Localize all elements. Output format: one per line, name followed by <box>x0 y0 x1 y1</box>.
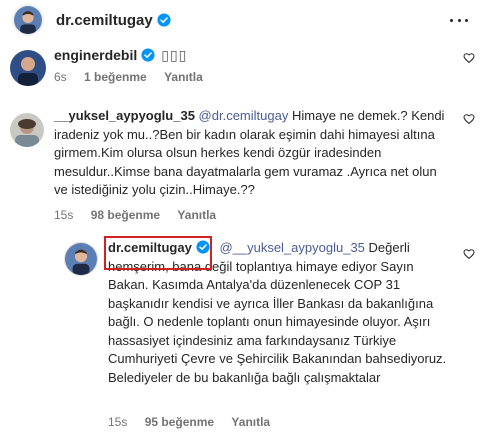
comment-time: 15s <box>54 208 74 222</box>
comment-time: 6s <box>54 70 67 84</box>
mention-link[interactable]: @__yuksel_aypyoglu_35 <box>219 240 364 255</box>
comment-time: 15s <box>108 415 128 429</box>
avatar[interactable] <box>10 113 44 147</box>
like-count[interactable]: 95 beğenme <box>145 415 214 429</box>
comment-meta: 15s 95 beğenme Yanıtla <box>108 415 284 429</box>
comment-text: __yuksel_aypyoglu_35 @dr.cemiltugay Hima… <box>54 107 454 200</box>
reply-button[interactable]: Yanıtla <box>164 70 203 84</box>
comment-username[interactable]: __yuksel_aypyoglu_35 <box>54 108 195 123</box>
comment-suffix: ▯▯▯ <box>161 47 188 63</box>
post-header: dr.cemiltugay <box>0 0 482 40</box>
like-count[interactable]: 1 beğenme <box>84 70 147 84</box>
heart-icon[interactable] <box>463 52 475 64</box>
comment-meta: 15s 98 beğenme Yanıtla <box>54 208 230 222</box>
more-options-icon[interactable] <box>450 12 468 28</box>
reply-button[interactable]: Yanıtla <box>231 415 270 429</box>
comment-username[interactable]: enginerdebil ▯▯▯ <box>54 47 187 64</box>
highlight-box <box>104 236 212 270</box>
avatar[interactable] <box>64 242 98 276</box>
heart-icon[interactable] <box>463 248 475 260</box>
like-count[interactable]: 98 beğenme <box>91 208 160 222</box>
verified-badge-icon <box>141 48 155 62</box>
heart-icon[interactable] <box>463 113 475 125</box>
mention-link[interactable]: @dr.cemiltugay <box>199 108 289 123</box>
avatar[interactable] <box>10 50 46 86</box>
avatar[interactable] <box>12 4 44 36</box>
verified-badge-icon <box>157 13 171 27</box>
header-username[interactable]: dr.cemiltugay <box>56 12 153 29</box>
reply-button[interactable]: Yanıtla <box>177 208 216 222</box>
comment-meta: 6s 1 beğenme Yanıtla <box>54 70 217 84</box>
